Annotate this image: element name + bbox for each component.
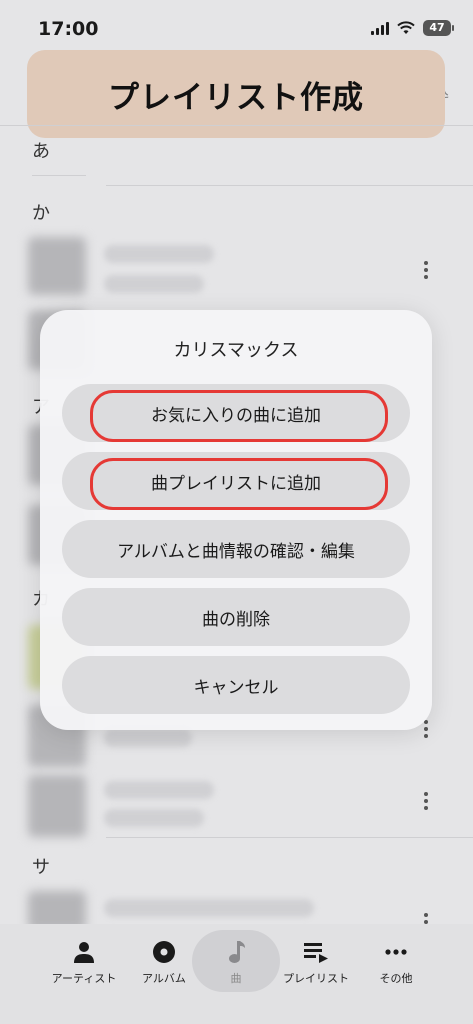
button-label: お気に入りの曲に追加: [151, 405, 321, 426]
tab-label: プレイリスト: [283, 972, 349, 985]
tab-label: アルバム: [142, 972, 186, 985]
battery-icon: 47: [423, 20, 454, 36]
list-item-title: [104, 781, 214, 799]
music-note-icon: [229, 941, 245, 963]
sheet-title: カリスマックス: [173, 340, 299, 361]
section-header: サ: [32, 857, 50, 878]
wifi-icon: [397, 21, 415, 34]
more-icon[interactable]: [424, 261, 430, 279]
tab-artist[interactable]: アーティスト: [44, 938, 124, 998]
tab-more[interactable]: その他: [356, 938, 436, 998]
tab-playlist[interactable]: プレイリスト: [276, 938, 356, 998]
edit-info-button[interactable]: アルバムと曲情報の確認・編集: [62, 520, 410, 578]
divider: [32, 175, 86, 176]
delete-song-button[interactable]: 曲の削除: [62, 588, 410, 646]
list-item-subtitle: [104, 275, 204, 293]
tab-bar: アーティスト アルバム 曲 プレイリスト その他: [0, 924, 473, 1024]
status-icons: 47: [371, 20, 454, 36]
button-label: 曲の削除: [202, 609, 270, 630]
list-item-title: [104, 899, 314, 917]
list-item-artwork: [28, 237, 86, 295]
person-icon: [74, 942, 94, 963]
button-label: キャンセル: [193, 677, 279, 698]
divider: [106, 837, 473, 838]
banner-title: プレイリスト作成: [108, 79, 364, 116]
tab-label: その他: [379, 972, 413, 985]
add-to-playlist-button[interactable]: 曲プレイリストに追加: [62, 452, 410, 510]
status-time: 17:00: [38, 18, 99, 40]
divider: [106, 185, 473, 186]
list-item-title: [104, 245, 214, 263]
section-header: か: [32, 203, 50, 224]
cancel-button[interactable]: キャンセル: [62, 656, 410, 714]
signal-icon: [371, 21, 389, 35]
tab-album[interactable]: アルバム: [124, 938, 204, 998]
more-icon[interactable]: [424, 792, 430, 810]
divider: [0, 125, 473, 126]
tab-label: 曲: [230, 972, 242, 985]
status-bar: 17:00 47: [0, 0, 473, 56]
tab-label: アーティスト: [51, 972, 117, 985]
section-header: あ: [32, 141, 50, 162]
action-sheet: カリスマックス お気に入りの曲に追加 曲プレイリストに追加 アルバムと曲情報の確…: [40, 310, 432, 730]
more-horizontal-icon: [385, 949, 407, 955]
button-label: アルバムと曲情報の確認・編集: [117, 541, 355, 562]
playlist-icon: [304, 943, 328, 963]
add-to-favorites-button[interactable]: お気に入りの曲に追加: [62, 384, 410, 442]
album-disc-icon: [153, 941, 175, 963]
tab-songs[interactable]: 曲: [196, 938, 276, 998]
list-item-title: [104, 729, 192, 747]
list-item-artwork: [28, 775, 86, 837]
button-label: 曲プレイリストに追加: [151, 473, 321, 494]
list-item-subtitle: [104, 809, 204, 827]
more-icon[interactable]: [424, 720, 430, 738]
